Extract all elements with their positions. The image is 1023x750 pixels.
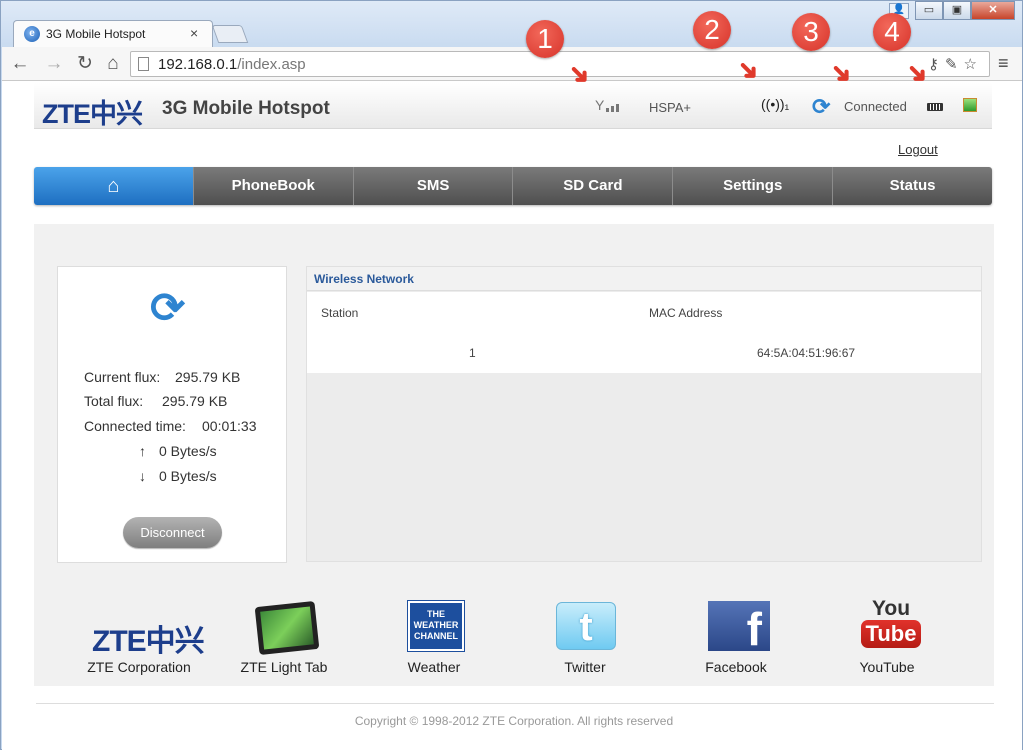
wireless-clients-table: Station MAC Address 1 64:5A:04:51:96:67 xyxy=(307,292,981,373)
connection-refresh-icon: ⟳ xyxy=(812,94,831,119)
nav-sms[interactable]: SMS xyxy=(352,167,513,205)
disconnect-button[interactable]: Disconnect xyxy=(123,517,222,548)
total-flux-label: Total flux: xyxy=(84,393,144,409)
download-rate-value: 0 Bytes/s xyxy=(159,468,217,484)
mac-cell: 64:5A:04:51:96:67 xyxy=(757,346,856,360)
sim-status-icon xyxy=(963,98,977,112)
facebook-icon: f xyxy=(708,601,770,655)
home-button[interactable]: ⌂ xyxy=(101,52,125,76)
page-viewport: ZTE中兴 3G Mobile Hotspot Y HSPA+ ((•))₁ ⟳… xyxy=(2,81,1022,750)
tab-title: 3G Mobile Hotspot xyxy=(46,27,146,41)
connected-time-value: 00:01:33 xyxy=(202,418,257,434)
link-label: YouTube xyxy=(859,659,915,675)
link-label: Facebook xyxy=(705,659,767,675)
youtube-icon: You Tube xyxy=(861,598,921,650)
station-cell: 1 xyxy=(469,346,476,360)
wireless-network-title: Wireless Network xyxy=(307,267,981,291)
nav-sd-card[interactable]: SD Card xyxy=(512,167,673,205)
partner-links: ZTE中兴 ZTE Corporation ZTE Light Tab THE … xyxy=(34,596,994,686)
page-header: ZTE中兴 3G Mobile Hotspot Y HSPA+ ((•))₁ ⟳… xyxy=(34,83,992,129)
twitter-icon: t xyxy=(556,602,616,650)
link-label: ZTE Corporation xyxy=(87,659,191,675)
tablet-icon xyxy=(254,600,320,656)
total-flux-value: 295.79 KB xyxy=(162,393,228,409)
url-text: 192.168.0.1/index.asp xyxy=(158,56,306,73)
footer-divider xyxy=(36,703,994,704)
battery-icon xyxy=(927,103,943,111)
forward-button[interactable]: → xyxy=(42,52,66,76)
menu-icon[interactable]: ≡ xyxy=(998,53,1009,74)
connected-time-label: Connected time: xyxy=(84,418,186,434)
wireless-network-panel: Wireless Network Station MAC Address 1 6… xyxy=(306,266,982,562)
zte-logo: ZTE中兴 xyxy=(42,99,143,129)
nav-status[interactable]: Status xyxy=(832,167,992,205)
connection-status: Connected xyxy=(844,99,907,114)
browser-tab[interactable]: e 3G Mobile Hotspot × xyxy=(13,20,213,47)
callout-4: 4 xyxy=(873,13,911,51)
footer-copyright: Copyright © 1998-2012 ZTE Corporation. A… xyxy=(354,714,674,728)
tab-close-icon[interactable]: × xyxy=(190,25,198,41)
zte-corporation-logo: ZTE中兴 xyxy=(92,625,205,658)
current-flux-value: 295.79 KB xyxy=(175,369,241,385)
address-bar[interactable]: 192.168.0.1/index.asp ⚷✎☆ xyxy=(130,51,990,77)
back-button[interactable]: ← xyxy=(8,52,32,76)
current-flux-label: Current flux: xyxy=(84,369,161,385)
title-bar: e 3G Mobile Hotspot × 👤 ▭ ▣ ✕ xyxy=(1,1,1022,47)
network-type: HSPA+ xyxy=(649,100,692,115)
address-bar-icons[interactable]: ⚷✎☆ xyxy=(928,55,983,73)
page-icon xyxy=(138,57,149,71)
browser-toolbar: ← → ↻ ⌂ 192.168.0.1/index.asp ⚷✎☆ ≡ xyxy=(2,47,1022,81)
callout-3: 3 xyxy=(792,13,830,51)
upload-arrow-icon: ↑ xyxy=(139,443,146,459)
logout-link[interactable]: Logout xyxy=(898,142,938,157)
nav-home[interactable]: ⌂ xyxy=(34,167,193,205)
main-nav: ⌂ PhoneBook SMS SD Card Settings Status xyxy=(34,167,992,205)
flux-panel: ⟳ Current flux: 295.79 KB Total flux: 29… xyxy=(57,266,287,563)
minimize-button[interactable]: ▭ xyxy=(915,1,943,20)
reload-button[interactable]: ↻ xyxy=(73,52,97,76)
link-label: Weather xyxy=(407,659,461,675)
column-header-station: Station xyxy=(321,306,359,320)
callout-1: 1 xyxy=(526,20,564,58)
maximize-button[interactable]: ▣ xyxy=(943,1,971,20)
youtube-tube-text: Tube xyxy=(861,620,921,648)
weather-channel-icon: THE WEATHER CHANNEL xyxy=(407,600,465,652)
nav-phonebook[interactable]: PhoneBook xyxy=(192,167,353,205)
callout-2: 2 xyxy=(693,11,731,49)
close-window-button[interactable]: ✕ xyxy=(971,1,1015,20)
new-tab-button[interactable] xyxy=(211,25,249,43)
nav-settings[interactable]: Settings xyxy=(672,167,833,205)
browser-window: e 3G Mobile Hotspot × 👤 ▭ ▣ ✕ ← → ↻ ⌂ 19… xyxy=(0,0,1023,750)
link-label: Twitter xyxy=(564,659,606,675)
download-arrow-icon: ↓ xyxy=(139,468,146,484)
refresh-icon: ⟳ xyxy=(150,284,186,331)
link-label: ZTE Light Tab xyxy=(240,659,328,675)
wifi-clients-icon: ((•))₁ xyxy=(761,96,790,112)
column-header-mac: MAC Address xyxy=(649,306,723,320)
youtube-you-text: You xyxy=(871,597,911,620)
page-title: 3G Mobile Hotspot xyxy=(162,98,330,119)
signal-strength-icon: Y xyxy=(595,96,620,112)
tab-favicon-icon: e xyxy=(24,26,40,42)
upload-rate-value: 0 Bytes/s xyxy=(159,443,217,459)
